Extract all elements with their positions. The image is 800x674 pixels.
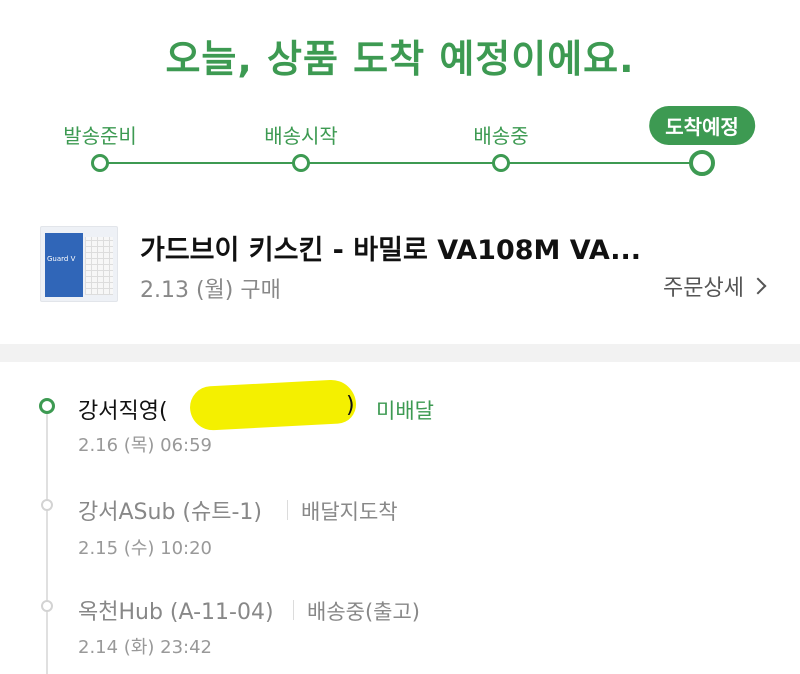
event-location: 강서직영( bbox=[78, 399, 168, 424]
product-brand-mark: Guard V bbox=[47, 255, 76, 263]
event-status: 배달지도착 bbox=[301, 500, 398, 524]
progress-track bbox=[100, 162, 702, 164]
event-location: 옥천Hub (A-11-04) bbox=[78, 600, 274, 625]
event-time: 2.15 (수) 10:20 bbox=[78, 538, 212, 559]
redaction-mark bbox=[188, 378, 358, 432]
event-time: 2.14 (화) 23:42 bbox=[78, 637, 212, 658]
page-title: 오늘, 상품 도착 예정이에요. bbox=[165, 37, 635, 81]
timeline-dot-active bbox=[39, 398, 55, 414]
step-label-ready: 발송준비 bbox=[63, 124, 137, 148]
step-label-started: 배송시작 bbox=[264, 124, 338, 148]
order-detail-link[interactable]: 주문상세 bbox=[663, 270, 767, 302]
chevron-right-icon bbox=[749, 277, 767, 295]
step-dot-started bbox=[292, 154, 310, 172]
timeline-dot bbox=[41, 600, 53, 612]
event-divider bbox=[287, 500, 288, 520]
product-title[interactable]: 가드브이 키스킨 - 바밀로 VA108M VA... bbox=[140, 228, 641, 267]
event-location: 강서ASub (슈트-1) bbox=[78, 500, 262, 525]
event-time: 2.16 (목) 06:59 bbox=[78, 435, 212, 456]
purchase-date: 2.13 (월) 구매 bbox=[140, 278, 281, 303]
step-dot-arriving bbox=[689, 150, 715, 176]
event-status: 미배달 bbox=[376, 399, 434, 423]
section-divider bbox=[0, 344, 800, 362]
step-dot-in-transit bbox=[492, 154, 510, 172]
event-status: 배송중(출고) bbox=[307, 600, 420, 624]
product-box-image bbox=[45, 233, 83, 297]
product-thumbnail[interactable]: Guard V bbox=[40, 226, 118, 302]
keyboard-image bbox=[85, 237, 113, 295]
step-dot-ready bbox=[91, 154, 109, 172]
step-label-in-transit: 배송중 bbox=[473, 124, 529, 148]
timeline-line bbox=[46, 412, 48, 674]
event-location-tail: ) bbox=[346, 393, 355, 418]
step-label-arriving: 도착예정 bbox=[649, 106, 755, 145]
event-divider bbox=[293, 600, 294, 620]
order-detail-label: 주문상세 bbox=[663, 276, 744, 301]
timeline-dot bbox=[41, 499, 53, 511]
